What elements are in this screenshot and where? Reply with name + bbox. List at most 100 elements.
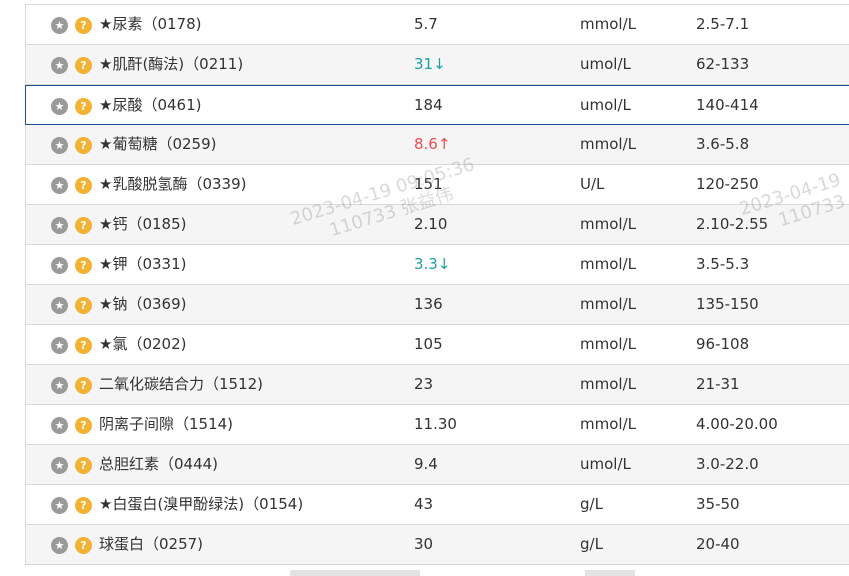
table-row[interactable]: ★? ★肌酐(酶法)（0211) 31↓ umol/L 62-133 — [26, 45, 849, 85]
star-icon[interactable]: ★ — [51, 417, 68, 434]
test-name: ★白蛋白(溴甲酚绿法)（0154) — [99, 495, 304, 513]
test-value: 5.7 — [414, 5, 438, 44]
reference-range: 3.0-22.0 — [696, 455, 759, 473]
table-row[interactable]: ★? ★葡萄糖（0259) 8.6↑ mmol/L 3.6-5.8 — [26, 125, 849, 165]
star-icon[interactable]: ★ — [51, 257, 68, 274]
table-row[interactable]: ★? ★氯（0202) 105 mmol/L 96-108 — [26, 325, 849, 365]
star-icon[interactable]: ★ — [51, 497, 68, 514]
value-number: 5.7 — [414, 15, 438, 33]
test-value: 43 — [414, 485, 433, 524]
test-unit: mmol/L — [580, 135, 636, 153]
table-row[interactable]: ★? ★钾（0331) 3.3↓ mmol/L 3.5-5.3 — [26, 245, 849, 285]
test-name: ★氯（0202) — [99, 335, 187, 353]
table-row[interactable]: ★? ★钙（0185) 2.10 mmol/L 2.10-2.55 — [26, 205, 849, 245]
help-icon[interactable]: ? — [75, 57, 92, 74]
test-unit: U/L — [580, 175, 605, 193]
table-row[interactable]: ★? 阴离子间隙（1514) 11.30 mmol/L 4.00-20.00 — [26, 405, 849, 445]
reference-range: 2.10-2.55 — [696, 215, 769, 233]
test-value: 8.6↑ — [414, 125, 450, 164]
value-number: 43 — [414, 495, 434, 513]
star-icon[interactable]: ★ — [51, 177, 68, 194]
help-icon[interactable]: ? — [75, 497, 92, 514]
star-icon[interactable]: ★ — [51, 457, 68, 474]
star-icon[interactable]: ★ — [51, 137, 68, 154]
test-value: 105 — [414, 325, 443, 364]
table-row[interactable]: ★? ★尿素（0178) 5.7 mmol/L 2.5-7.1 — [26, 5, 849, 45]
star-icon[interactable]: ★ — [51, 57, 68, 74]
test-name: 总胆红素（0444) — [99, 455, 219, 473]
table-row[interactable]: ★? ★钠（0369) 136 mmol/L 135-150 — [26, 285, 849, 325]
test-unit: umol/L — [580, 96, 631, 114]
reference-range: 3.5-5.3 — [696, 255, 750, 273]
value-number: 184 — [414, 96, 443, 114]
reference-range: 35-50 — [696, 495, 740, 513]
reference-range: 62-133 — [696, 55, 750, 73]
table-row[interactable]: ★? ★尿酸（0461) 184 umol/L 140-414 — [25, 85, 849, 125]
help-icon[interactable]: ? — [75, 537, 92, 554]
test-name: ★钙（0185) — [99, 215, 187, 233]
reference-range: 2.5-7.1 — [696, 15, 750, 33]
star-icon[interactable]: ★ — [51, 537, 68, 554]
star-icon[interactable]: ★ — [51, 377, 68, 394]
test-name: ★尿酸（0461) — [99, 96, 202, 114]
help-icon[interactable]: ? — [75, 177, 92, 194]
test-name: ★尿素（0178) — [99, 15, 202, 33]
test-value: 23 — [414, 365, 433, 404]
test-value: 151 — [414, 165, 443, 204]
help-icon[interactable]: ? — [75, 98, 92, 115]
value-number: 30 — [414, 535, 434, 553]
reference-range: 4.00-20.00 — [696, 415, 778, 433]
test-value: 136 — [414, 285, 443, 324]
test-value: 9.4 — [414, 445, 438, 484]
test-unit: mmol/L — [580, 415, 636, 433]
test-name: 阴离子间隙（1514) — [99, 415, 234, 433]
help-icon[interactable]: ? — [75, 337, 92, 354]
help-icon[interactable]: ? — [75, 377, 92, 394]
test-unit: g/L — [580, 495, 603, 513]
table-row[interactable]: ★? 二氧化碳结合力（1512) 23 mmol/L 21-31 — [26, 365, 849, 405]
test-unit: mmol/L — [580, 335, 636, 353]
value-number: 151 — [414, 175, 443, 193]
value-number: 23 — [414, 375, 434, 393]
abnormal-flag: ↓ — [433, 55, 446, 73]
star-icon[interactable]: ★ — [51, 17, 68, 34]
star-icon[interactable]: ★ — [51, 217, 68, 234]
help-icon[interactable]: ? — [75, 17, 92, 34]
help-icon[interactable]: ? — [75, 457, 92, 474]
table-row[interactable]: ★? 球蛋白（0257) 30 g/L 20-40 — [26, 525, 849, 565]
star-icon[interactable]: ★ — [51, 98, 68, 115]
help-icon[interactable]: ? — [75, 417, 92, 434]
help-icon[interactable]: ? — [75, 257, 92, 274]
test-unit: umol/L — [580, 455, 631, 473]
reference-range: 20-40 — [696, 535, 740, 553]
value-number: 3.3 — [414, 255, 438, 273]
reference-range: 140-414 — [696, 96, 759, 114]
test-name: 二氧化碳结合力（1512) — [99, 375, 264, 393]
value-number: 9.4 — [414, 455, 438, 473]
table-row[interactable]: ★? 总胆红素（0444) 9.4 umol/L 3.0-22.0 — [26, 445, 849, 485]
footer-fragment — [290, 570, 420, 576]
help-icon[interactable]: ? — [75, 217, 92, 234]
value-number: 2.10 — [414, 215, 448, 233]
test-value: 3.3↓ — [414, 245, 450, 284]
test-value: 11.30 — [414, 405, 457, 444]
value-number: 136 — [414, 295, 443, 313]
table-row[interactable]: ★? ★乳酸脱氢酶（0339) 151 U/L 120-250 — [26, 165, 849, 205]
help-icon[interactable]: ? — [75, 137, 92, 154]
lab-results-table: ★? ★尿素（0178) 5.7 mmol/L 2.5-7.1 ★? ★肌酐(酶法)（021… — [25, 4, 849, 565]
table-row[interactable]: ★? ★白蛋白(溴甲酚绿法)（0154) 43 g/L 35-50 — [26, 485, 849, 525]
test-value: 31↓ — [414, 45, 446, 84]
value-number: 31 — [414, 55, 434, 73]
reference-range: 96-108 — [696, 335, 750, 353]
value-number: 11.30 — [414, 415, 457, 433]
star-icon[interactable]: ★ — [51, 297, 68, 314]
test-name: ★葡萄糖（0259) — [99, 135, 217, 153]
star-icon[interactable]: ★ — [51, 337, 68, 354]
reference-range: 21-31 — [696, 375, 740, 393]
test-value: 184 — [414, 86, 443, 125]
help-icon[interactable]: ? — [75, 297, 92, 314]
test-value: 30 — [414, 525, 433, 564]
test-unit: mmol/L — [580, 215, 636, 233]
test-unit: mmol/L — [580, 295, 636, 313]
test-unit: mmol/L — [580, 15, 636, 33]
